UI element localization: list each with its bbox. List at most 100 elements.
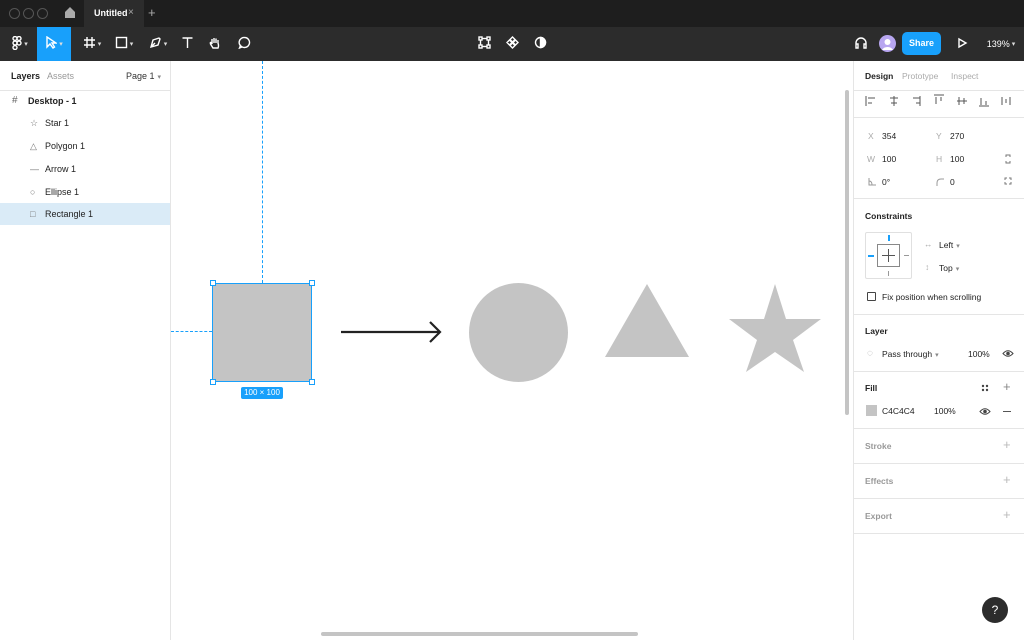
divider — [854, 533, 1024, 534]
constraint-top-handle[interactable] — [888, 235, 890, 241]
chevron-down-icon: ▾ — [157, 74, 162, 81]
polygon-shape[interactable] — [604, 283, 690, 358]
contrast-icon — [534, 36, 547, 52]
add-fill-icon[interactable]: + — [1003, 379, 1011, 394]
eye-icon[interactable] — [979, 407, 991, 416]
blend-mode-value: Pass through — [882, 349, 933, 359]
resize-handle-bottom-left[interactable] — [210, 379, 216, 385]
constraint-left-handle[interactable] — [868, 255, 874, 257]
constraint-bottom-handle[interactable] — [888, 271, 889, 276]
file-tab[interactable]: Untitled — [84, 0, 144, 27]
constrain-proportions-icon[interactable] — [1004, 153, 1012, 165]
divider — [854, 198, 1024, 199]
text-tool-button[interactable] — [178, 27, 196, 61]
horizontal-constraint-dropdown[interactable]: Left ▾ — [939, 240, 960, 250]
page-selector[interactable]: Page 1 ▾ — [126, 71, 161, 81]
avatar[interactable] — [879, 35, 896, 52]
mask-button[interactable] — [531, 27, 549, 61]
tab-prototype[interactable]: Prototype — [902, 71, 938, 81]
fill-section-title: Fill — [865, 383, 878, 393]
star-shape[interactable] — [728, 283, 822, 373]
create-component-button[interactable] — [503, 27, 521, 61]
divider — [854, 117, 1024, 118]
home-icon[interactable] — [64, 6, 76, 22]
minimize-window-button[interactable] — [23, 8, 34, 19]
canvas[interactable]: 100 × 100 — [171, 61, 853, 640]
fill-opacity-input[interactable]: 100% — [934, 406, 956, 416]
zoom-dropdown[interactable]: 139% ▾ — [982, 27, 1020, 61]
resize-handle-top-right[interactable] — [309, 280, 315, 286]
add-export-icon[interactable]: + — [1003, 507, 1011, 522]
add-stroke-icon[interactable]: + — [1003, 437, 1011, 452]
corner-radius-input[interactable]: 0 — [950, 177, 955, 187]
ellipse-icon: ○ — [30, 187, 36, 197]
constraint-right-handle[interactable] — [904, 255, 909, 256]
layer-opacity-input[interactable]: 100% — [968, 349, 990, 359]
shape-tool-button[interactable]: ▾ — [110, 27, 138, 61]
horizontal-scrollbar[interactable] — [321, 632, 638, 636]
remove-fill-icon[interactable] — [1003, 411, 1011, 412]
layer-row-arrow[interactable]: — Arrow 1 — [0, 158, 170, 180]
frame-tool-button[interactable]: ▾ — [78, 27, 106, 61]
edit-object-button[interactable] — [475, 27, 493, 61]
y-input[interactable]: 270 — [950, 131, 964, 141]
layer-row-frame[interactable]: # Desktop - 1 — [0, 90, 170, 112]
tab-assets[interactable]: Assets — [47, 71, 74, 81]
layer-name: Rectangle 1 — [45, 209, 94, 219]
fix-position-checkbox[interactable] — [867, 292, 876, 301]
rotation-input[interactable]: 0° — [882, 177, 890, 187]
tab-inspect[interactable]: Inspect — [951, 71, 978, 81]
corner-radius-icon — [936, 178, 944, 186]
size-label: 100 × 100 — [241, 387, 283, 399]
help-button[interactable]: ? — [982, 597, 1008, 623]
divider — [854, 463, 1024, 464]
line-icon: — — [30, 164, 39, 174]
audio-button[interactable] — [852, 27, 870, 61]
layer-row-ellipse[interactable]: ○ Ellipse 1 — [0, 181, 170, 203]
vertical-constraint-value: Top — [939, 263, 953, 273]
layer-row-polygon[interactable]: △ Polygon 1 — [0, 135, 170, 157]
maximize-window-button[interactable] — [37, 8, 48, 19]
independent-corners-icon[interactable] — [1004, 177, 1012, 185]
hand-icon — [208, 36, 222, 53]
alignment-toolbar — [865, 94, 1011, 107]
rectangle-icon — [115, 36, 128, 52]
comment-tool-button[interactable] — [235, 27, 253, 61]
main-menu-button[interactable]: ▾ — [4, 27, 36, 61]
height-input[interactable]: 100 — [950, 154, 964, 164]
close-tab-icon[interactable]: × — [128, 7, 134, 18]
h-label: H — [936, 154, 943, 164]
design-panel: Design Prototype Inspect X 354 Y 270 W 1… — [853, 61, 1024, 640]
present-button[interactable] — [953, 27, 971, 61]
zoom-value: 139% — [986, 39, 1010, 49]
new-tab-icon[interactable]: + — [148, 5, 156, 20]
constraints-widget[interactable] — [865, 232, 912, 279]
styles-icon[interactable] — [981, 384, 989, 392]
move-tool-button[interactable]: ▾ — [37, 27, 71, 61]
resize-handle-top-left[interactable] — [210, 280, 216, 286]
add-effect-icon[interactable]: + — [1003, 472, 1011, 487]
resize-handle-bottom-right[interactable] — [309, 379, 315, 385]
arrow-shape[interactable] — [339, 319, 443, 345]
vertical-scrollbar[interactable] — [845, 90, 849, 415]
fill-color-swatch[interactable] — [866, 405, 877, 416]
blend-mode-dropdown[interactable]: Pass through ▾ — [882, 349, 939, 359]
fill-hex-input[interactable]: C4C4C4 — [882, 406, 915, 416]
share-button[interactable]: Share — [902, 32, 941, 55]
rectangle-shape[interactable] — [212, 283, 312, 382]
x-input[interactable]: 354 — [882, 131, 896, 141]
eye-icon[interactable] — [1002, 349, 1014, 358]
pen-tool-button[interactable]: ▾ — [144, 27, 172, 61]
layer-row-rectangle[interactable]: □ Rectangle 1 — [0, 203, 170, 225]
ellipse-shape[interactable] — [469, 283, 568, 382]
tab-layers[interactable]: Layers — [11, 71, 40, 81]
vertical-constraint-dropdown[interactable]: Top ▾ — [939, 263, 959, 273]
chevron-down-icon: ▾ — [956, 243, 960, 250]
width-input[interactable]: 100 — [882, 154, 896, 164]
rotation-icon — [868, 178, 876, 186]
hand-tool-button[interactable] — [206, 27, 224, 61]
layer-row-star[interactable]: ☆ Star 1 — [0, 112, 170, 134]
close-window-button[interactable] — [9, 8, 20, 19]
tab-design[interactable]: Design — [865, 71, 893, 81]
vertical-guide — [262, 61, 263, 283]
